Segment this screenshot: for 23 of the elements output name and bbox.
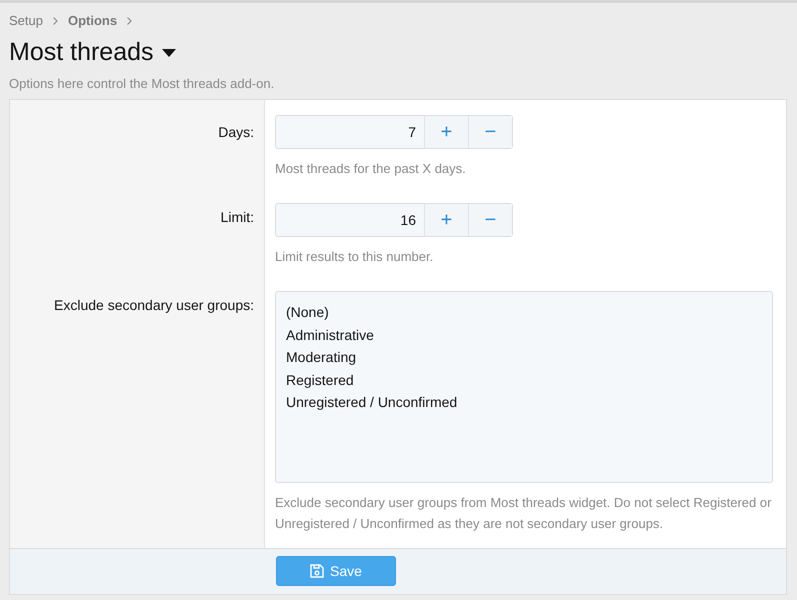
field-label: Exclude secondary user groups:	[54, 297, 254, 313]
number-input[interactable]: 7	[276, 116, 424, 148]
list-option[interactable]: Administrative	[286, 324, 762, 346]
field-label: Limit:	[220, 209, 254, 225]
field-hint: Exclude secondary user groups from Most threads widget. Do not select Registered or Unregistered / Unconfirmed as they are not secondary user groups.	[275, 494, 772, 533]
caret-icon[interactable]	[162, 48, 176, 56]
number-spinner[interactable]: 16 + −	[275, 203, 513, 237]
breadcrumb-link[interactable]: Options	[68, 13, 118, 28]
number-spinner[interactable]: 7 + −	[275, 115, 513, 149]
page-title: Most threads	[9, 38, 154, 67]
chevron-icon	[127, 16, 132, 24]
list-option[interactable]: Registered	[286, 368, 762, 391]
breadcrumb-link[interactable]: Setup	[9, 13, 43, 28]
field-hint: Most threads for the past X days.	[275, 160, 467, 178]
list-option[interactable]: Moderating	[286, 346, 762, 368]
page-description: Options here control the Most threads add-on.	[9, 76, 276, 91]
multi-select-list[interactable]: (None) Administrative Moderating Registered Unregistered / Unconfirmed	[275, 291, 773, 483]
list-option[interactable]: Unregistered / Unconfirmed	[286, 391, 762, 414]
list-option[interactable]: (None)	[286, 301, 762, 324]
field-hint: Limit results to this number.	[275, 248, 434, 266]
field-label: Days:	[218, 124, 254, 140]
number-input[interactable]: 16	[276, 204, 424, 236]
chevron-icon	[52, 16, 58, 24]
